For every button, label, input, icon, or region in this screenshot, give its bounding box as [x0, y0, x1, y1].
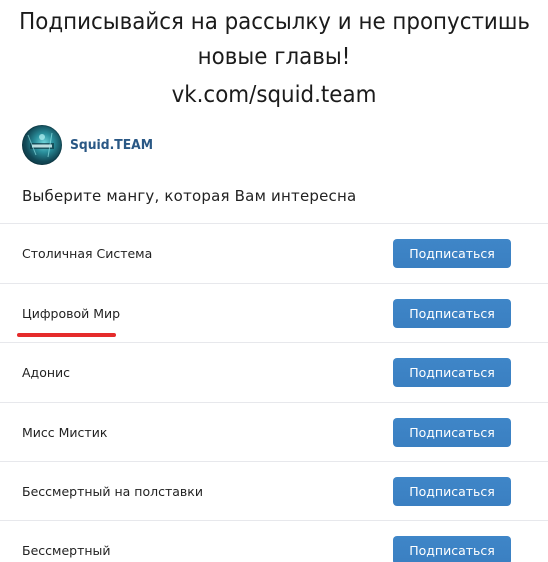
manga-title: Адонис — [22, 365, 71, 380]
group-header: Squid.TEAM — [22, 124, 157, 166]
manga-title: Мисс Мистик — [22, 425, 108, 440]
subscription-row: Бессмертный Подписаться — [0, 521, 548, 562]
subscription-row: Бессмертный на полставки Подписаться — [0, 462, 548, 521]
subscribe-button[interactable]: Подписаться — [393, 299, 511, 328]
squid-team-avatar-icon[interactable] — [22, 125, 62, 165]
subscribe-button[interactable]: Подписаться — [393, 418, 511, 447]
banner-link[interactable]: vk.com/squid.team — [19, 78, 529, 112]
manga-title: Бессмертный — [22, 543, 111, 558]
banner-line-1: Подписывайся на рассылку и не пропустишь — [19, 9, 530, 35]
red-underline-mark — [17, 333, 116, 337]
subscribe-button[interactable]: Подписаться — [393, 536, 511, 562]
subscribe-button[interactable]: Подписаться — [393, 358, 511, 387]
manga-title: Бессмертный на полставки — [22, 484, 203, 499]
promo-banner: Подписывайся на рассылку и не пропустишь… — [0, 0, 548, 118]
subscription-row: Адонис Подписаться — [0, 343, 548, 402]
prompt-text: Выберите мангу, которая Вам интересна — [22, 187, 357, 205]
subscribe-button[interactable]: Подписаться — [393, 239, 511, 268]
manga-title: Столичная Система — [22, 246, 153, 261]
group-name-link[interactable]: Squid.TEAM — [70, 138, 153, 153]
subscription-row: Мисс Мистик Подписаться — [0, 403, 548, 462]
subscription-row: Столичная Система Подписаться — [0, 224, 548, 283]
subscribe-button[interactable]: Подписаться — [393, 477, 511, 506]
banner-line-2: новые главы! — [197, 44, 351, 70]
